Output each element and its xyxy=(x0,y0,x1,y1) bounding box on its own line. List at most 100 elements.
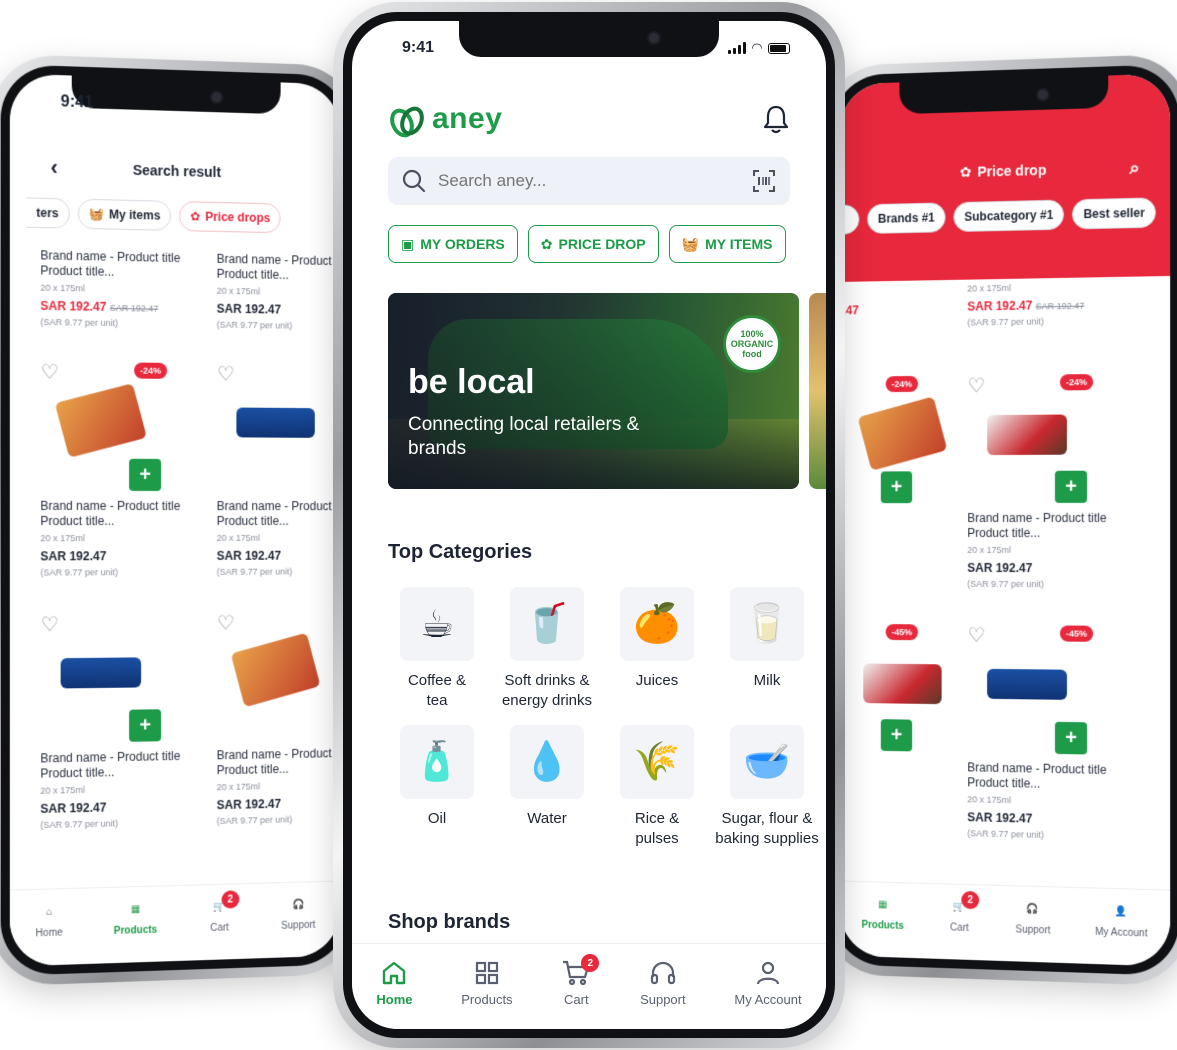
heart-icon[interactable]: ♡ xyxy=(967,373,985,398)
filter-pills: ters 🧺 My items ✿ Price drops xyxy=(26,197,282,234)
product-card[interactable]: 20 x 175ml SAR 192.47 SAR 192.47 (SAR 9.… xyxy=(938,277,1114,370)
tab-support[interactable]: Support xyxy=(640,958,686,1007)
category-sugar-flour[interactable]: 🥣 Sugar, flour & baking supplies xyxy=(712,725,822,849)
category-juices[interactable]: 🍊 Juices xyxy=(602,587,712,711)
product-image xyxy=(60,657,142,689)
next-banner-peek[interactable] xyxy=(809,293,826,489)
headset-icon xyxy=(648,958,678,988)
tab-cart[interactable]: 🛒 2 Cart xyxy=(948,890,980,960)
banner-subtitle: Connecting local retailers & brands xyxy=(408,414,640,459)
add-to-cart-button[interactable]: + xyxy=(1054,721,1088,755)
heart-icon[interactable]: ♡ xyxy=(217,611,235,636)
basket-icon: 🧺 xyxy=(681,235,700,252)
add-to-cart-button[interactable]: + xyxy=(129,709,162,742)
category-rice-pulses[interactable]: 🌾 Rice & pulses xyxy=(602,725,712,849)
top-categories-title: Top Categories xyxy=(388,541,533,563)
discount-badge: -45% xyxy=(1059,625,1094,642)
product-grid: Brand name - Product title Product title… xyxy=(10,244,340,862)
grid-icon xyxy=(472,958,502,988)
tab-products[interactable]: ▦ Products xyxy=(862,892,904,958)
product-card[interactable]: -24% + xyxy=(840,370,948,619)
tab-cart[interactable]: 🛒 2 Cart xyxy=(208,890,240,960)
product-card[interactable]: ♡ Brand name - Product title Product tit… xyxy=(187,357,340,607)
product-image xyxy=(857,396,948,471)
tab-support[interactable]: 🎧 Support xyxy=(1015,896,1050,962)
back-arrow-icon[interactable]: ‹ xyxy=(51,155,58,181)
add-to-cart-button[interactable]: + xyxy=(1054,470,1088,503)
oil-icon: 🧴 xyxy=(400,725,474,799)
milk-icon: 🥛 xyxy=(730,587,804,661)
battery-icon xyxy=(768,42,790,54)
category-coffee-tea[interactable]: ☕ Coffee & tea xyxy=(382,587,492,711)
bottom-tab-bar: Home Products 2 Cart Support My Account xyxy=(352,943,826,1029)
headset-icon: 🎧 xyxy=(292,898,305,911)
tab-my-account[interactable]: 👤 My Account xyxy=(1095,899,1147,966)
product-card[interactable]: Brand name - Product title Product title… xyxy=(10,244,187,358)
product-card[interactable]: SAR 192.47 xyxy=(840,280,938,371)
search-bar[interactable] xyxy=(388,157,790,205)
tab-home[interactable]: Home xyxy=(376,958,413,1007)
price-drop-button[interactable]: ✿ PRICE DROP xyxy=(527,225,659,263)
category-water[interactable]: 💧 Water xyxy=(492,725,602,849)
app-header: aney xyxy=(388,99,790,139)
tab-support[interactable]: 🎧 Support xyxy=(281,892,315,957)
category-milk[interactable]: 🥛 Milk xyxy=(712,587,822,711)
home-icon: ⌂ xyxy=(46,906,53,918)
add-to-cart-button[interactable]: + xyxy=(880,719,913,752)
promo-banner[interactable]: 100% ORGANIC food be local Connecting lo… xyxy=(388,293,799,489)
discount-badge: -45% xyxy=(885,624,919,641)
heart-icon[interactable]: ♡ xyxy=(217,361,235,386)
tab-cart[interactable]: 2 Cart xyxy=(561,954,600,1007)
grid-icon: ▦ xyxy=(878,898,888,911)
tab-my-account[interactable]: My Account xyxy=(734,958,802,1007)
aney-logo-mark-icon xyxy=(390,106,424,138)
product-card[interactable]: -45% + xyxy=(840,617,942,867)
heart-icon[interactable]: ♡ xyxy=(40,359,58,384)
water-icon: 💧 xyxy=(510,725,584,799)
home-screen: 9:41 ◠ aney Search aney... ▣ MY ORDERS ✿… xyxy=(352,21,826,1029)
status-time: 9:41 xyxy=(60,93,93,112)
heart-icon[interactable]: ♡ xyxy=(40,612,58,637)
my-orders-button[interactable]: ▣ MY ORDERS xyxy=(388,225,518,263)
heart-icon[interactable]: ♡ xyxy=(967,623,985,648)
product-card[interactable]: Brand name - Product title Product title… xyxy=(187,247,340,359)
filter-pill[interactable]: ters xyxy=(26,197,70,229)
search-icon xyxy=(402,169,426,193)
product-card[interactable]: ♡ Brand name - Product title Product tit… xyxy=(187,606,340,857)
shop-brands-title: Shop brands xyxy=(388,911,511,933)
product-card[interactable]: ♡ -45% + Brand name - Product title Prod… xyxy=(938,619,1114,872)
filter-pill-price-drops[interactable]: ✿ Price drops xyxy=(179,201,282,234)
brand-name: aney xyxy=(432,102,503,135)
notch xyxy=(899,75,1109,115)
search-input[interactable] xyxy=(438,171,740,191)
category-oil[interactable]: 🧴 Oil xyxy=(382,725,492,849)
discount-icon: ✿ xyxy=(540,235,553,252)
search-result-screen: 9:41 ‹ Search result ters 🧺 My items ✿ Pri… xyxy=(9,73,341,967)
tab-home[interactable]: ⌂ Home xyxy=(36,899,63,965)
filter-pill-my-items[interactable]: 🧺 My items xyxy=(77,198,172,231)
filter-pill-brands[interactable]: Brands #1 xyxy=(867,202,946,234)
filter-pill-best-seller[interactable]: Best seller xyxy=(1072,197,1157,230)
product-card[interactable]: ♡ -24% + Brand name - Product title Prod… xyxy=(938,368,1114,620)
search-icon[interactable]: ⌕ xyxy=(1129,157,1139,178)
product-image xyxy=(236,407,315,438)
price-drop-screen: ✿ Price drop ⌕ Brands #1 Subcategory #1 … xyxy=(839,73,1171,967)
category-soft-drinks[interactable]: 🥤 Soft drinks & energy drinks xyxy=(492,587,602,711)
grid-icon: ▦ xyxy=(130,903,141,915)
product-card[interactable]: ♡ + Brand name - Product title Product t… xyxy=(10,607,187,861)
screen-header: ✿ Price drop ⌕ xyxy=(840,146,1170,195)
my-items-button[interactable]: 🧺 MY ITEMS xyxy=(668,225,786,263)
bell-icon[interactable] xyxy=(762,104,790,134)
add-to-cart-button[interactable]: + xyxy=(880,471,913,504)
product-card[interactable]: ♡ -24% + Brand name - Product title Prod… xyxy=(10,355,187,608)
wifi-icon: ◠ xyxy=(752,40,762,55)
barcode-scan-icon[interactable] xyxy=(752,169,776,193)
product-image xyxy=(230,632,321,708)
add-to-cart-button[interactable]: + xyxy=(129,458,162,491)
product-image xyxy=(54,383,147,458)
user-icon xyxy=(753,958,783,988)
tab-products[interactable]: ▦ Products xyxy=(114,897,157,964)
tab-products[interactable]: Products xyxy=(461,958,513,1007)
juice-icon: 🍊 xyxy=(620,587,694,661)
filter-pill-subcategory[interactable]: Subcategory #1 xyxy=(953,199,1065,233)
